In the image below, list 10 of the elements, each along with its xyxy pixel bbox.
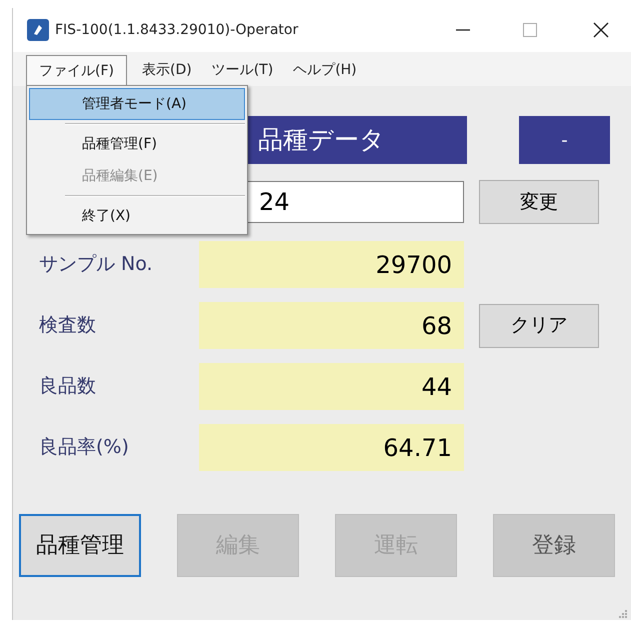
field-label: 良品率(%)	[39, 435, 130, 460]
value-display: 64.71	[199, 424, 464, 471]
field-label: 検査数	[39, 313, 97, 338]
value-display: 44	[199, 363, 464, 410]
value-display: 68	[199, 302, 464, 349]
window-title: FIS-100(1.1.8433.29010)-Operator	[55, 20, 298, 40]
status-badge: -	[519, 116, 610, 164]
field-label: サンプル No.	[39, 252, 154, 278]
value-display: 29700	[199, 241, 464, 288]
field-label: 良品数	[39, 374, 97, 400]
